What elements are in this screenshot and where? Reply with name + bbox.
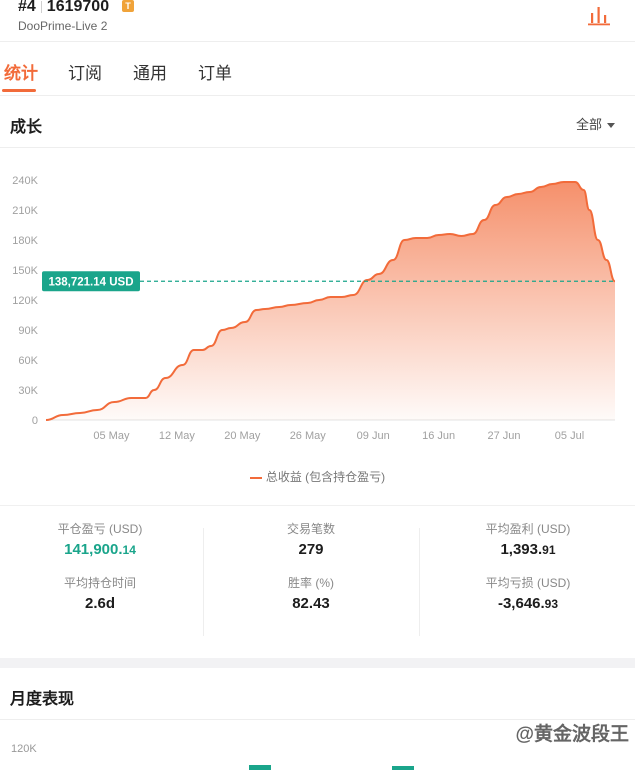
x-tick-label: 26 May [290,430,327,442]
account-rank: #4 [18,0,36,15]
avg-profit-value: 1,393.91 [500,541,556,558]
y-tick-label: 240K [12,175,38,187]
y-tick-label: 150K [12,265,38,277]
legend-swatch [249,476,262,479]
current-value-tag: 138,721.14 USD [42,271,140,292]
avg-hold-time-label: 平均持仓时间 [63,576,136,590]
chart-legend[interactable]: 总收益 (包含持仓盈亏) [0,468,635,485]
column-divider [419,528,420,636]
y-tick-label: 210K [12,205,38,217]
growth-chart: 0 30K 60K 90K 120K 150K 180K 210K 240K 05 May 12 … [12,175,616,442]
tab-orders[interactable]: 订单 [198,59,232,84]
title-separator [40,0,42,13]
section-spacer [0,658,635,668]
monthly-bar [249,765,271,770]
y-tick-label: 120K [12,295,38,307]
x-tick-label: 20 May [224,430,261,442]
current-value-label: 138,721.14 USD [48,276,133,288]
avg-loss-value: -3,646.93 [497,595,559,612]
tab-general[interactable]: 通用 [133,59,167,84]
trade-count-label: 交易笔数 [286,522,335,536]
y-tick-label: 180K [12,235,38,247]
bar-chart-icon[interactable] [587,4,611,26]
divider [0,505,635,506]
x-tick-label: 12 May [159,430,196,442]
x-tick-label: 05 May [93,430,130,442]
stats-column-left: 平仓盈亏 (USD) 141,900.14 平均持仓时间 2.6d [0,520,200,628]
growth-title: 成长 [10,119,43,136]
x-tick-label: 05 Jul [555,430,584,442]
x-tick-label: 27 Jun [488,430,521,442]
tab-subscribe[interactable]: 订阅 [68,59,102,84]
column-divider [203,528,204,636]
monthly-y-tick: 120K [11,743,37,755]
monthly-performance-title: 月度表现 [10,691,75,708]
y-tick-label: 60K [18,355,38,367]
avg-hold-time-value: 2.6d [84,595,115,612]
growth-section-header: 成长 全部 [0,96,635,148]
tab-bar: 统计 订阅 通用 订单 [0,43,635,96]
y-tick-label: 0 [32,415,38,427]
tab-statistics[interactable]: 统计 [4,59,38,84]
avg-loss-label: 平均亏损 (USD) [485,576,571,590]
range-filter-label: 全部 [575,117,602,132]
caret-down-icon [607,123,615,129]
account-server: DooPrime-Live 2 [18,19,108,33]
account-type-badge: T [122,0,134,12]
monthly-bar [392,766,414,770]
watermark: @黄金波段王 [515,724,629,745]
range-filter-dropdown[interactable]: 全部 [576,114,615,133]
win-rate-value: 82.43 [292,595,330,612]
stats-column-right: 平均盈利 (USD) 1,393.91 平均亏损 (USD) -3,646.93 [428,520,628,628]
closed-pnl-label: 平仓盈亏 (USD) [57,522,143,536]
avg-profit-label: 平均盈利 (USD) [485,522,571,536]
growth-area [46,182,615,420]
closed-pnl-value: 141,900.14 [64,541,136,558]
account-id: 1619700 [46,0,110,15]
account-title: #4 1619700 [18,0,109,16]
stats-column-middle: 交易笔数 279 胜率 (%) 82.43 [211,520,411,628]
trade-count-value: 279 [298,541,324,558]
win-rate-label: 胜率 (%) [288,576,334,590]
active-tab-indicator [2,89,36,92]
account-header: #4 1619700 T DooPrime-Live 2 [0,0,635,42]
y-tick-label: 90K [18,325,38,337]
x-tick-label: 16 Jun [422,430,455,442]
x-tick-label: 09 Jun [357,430,390,442]
legend-label: 总收益 (包含持仓盈亏) [265,470,386,484]
stats-grid: 平仓盈亏 (USD) 141,900.14 平均持仓时间 2.6d 交易笔数 2… [0,520,635,640]
y-tick-label: 30K [18,385,38,397]
